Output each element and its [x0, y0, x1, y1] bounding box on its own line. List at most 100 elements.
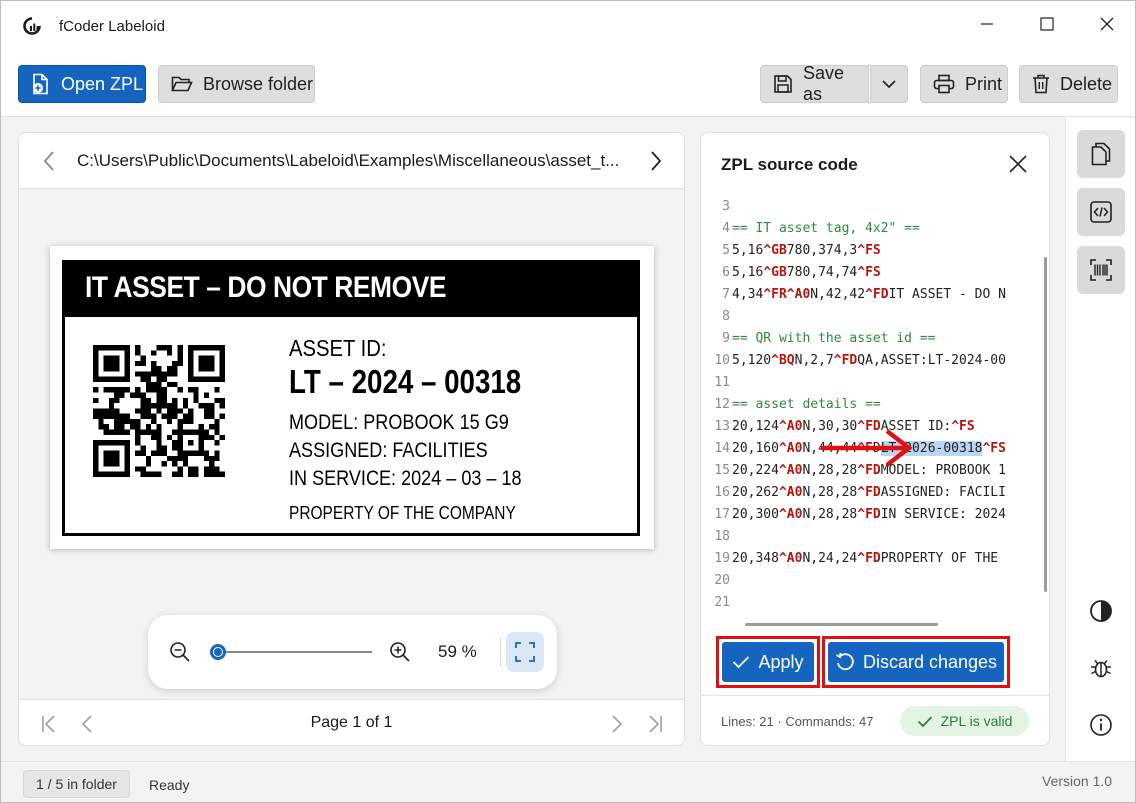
- qr-module: [177, 471, 183, 477]
- qr-module: [151, 471, 157, 477]
- qr-module: [203, 376, 210, 382]
- code-line[interactable]: 20: [701, 573, 1041, 593]
- code-line[interactable]: 3: [701, 199, 1041, 219]
- qr-module: [219, 360, 225, 367]
- line-number: 4: [722, 221, 730, 236]
- line-number: 10: [714, 353, 730, 368]
- code-line[interactable]: 21: [701, 595, 1041, 615]
- qr-module: [98, 413, 104, 419]
- code-line[interactable]: 10 5,120^BQN,2,7^FDQA,ASSET:LT-2024-00: [701, 353, 1041, 373]
- in-service-text: IN SERVICE: 2024 – 03 – 18: [289, 467, 522, 490]
- maximize-button[interactable]: [1027, 9, 1067, 39]
- zoom-slider-thumb[interactable]: [210, 644, 227, 660]
- theme-toggle-button[interactable]: [1088, 598, 1114, 624]
- code-line[interactable]: 8: [701, 309, 1041, 329]
- rail-barcode-button[interactable]: [1077, 246, 1125, 294]
- code-vertical-scrollbar[interactable]: [1044, 257, 1047, 592]
- qr-module: [93, 376, 99, 382]
- qr-module: [166, 366, 173, 372]
- qr-module: [140, 466, 146, 472]
- code-line[interactable]: 16 20,262^A0N,28,28^FDASSIGNED: FACILI: [701, 485, 1041, 505]
- qr-module: [108, 450, 115, 456]
- code-line[interactable]: 6 5,16^GB780,74,74^FS: [701, 265, 1041, 285]
- print-button[interactable]: Print: [920, 65, 1008, 103]
- delete-button[interactable]: Delete: [1019, 65, 1118, 103]
- qr-module: [124, 471, 130, 477]
- qr-module: [140, 408, 146, 414]
- close-window-button[interactable]: [1087, 9, 1127, 39]
- zoom-slider-track[interactable]: [210, 651, 372, 653]
- qr-module: [145, 424, 152, 430]
- apply-button[interactable]: Apply: [722, 642, 814, 682]
- about-button[interactable]: [1088, 712, 1114, 738]
- code-token: N,28,28: [802, 485, 858, 500]
- qr-module: [93, 413, 99, 419]
- code-horizontal-scrollbar[interactable]: [745, 623, 938, 626]
- previous-file-button[interactable]: [35, 147, 63, 175]
- qr-module: [124, 418, 130, 425]
- code-line[interactable]: 5 5,16^GB780,374,3^FS: [701, 243, 1041, 263]
- qr-module: [209, 355, 215, 361]
- discard-changes-button[interactable]: Discard changes: [828, 642, 1004, 682]
- qr-module: [209, 413, 215, 419]
- code-line[interactable]: 19 20,348^A0N,24,24^FDPROPERTY OF THE: [701, 551, 1041, 571]
- last-page-button[interactable]: [643, 712, 667, 736]
- qr-module: [203, 429, 210, 435]
- qr-module: [209, 434, 215, 441]
- qr-module: [193, 466, 199, 472]
- zoom-out-icon[interactable]: [168, 640, 192, 664]
- minimize-button[interactable]: [967, 9, 1007, 39]
- qr-module: [93, 360, 99, 367]
- qr-module: [156, 429, 162, 435]
- qr-module: [124, 450, 130, 456]
- next-page-button[interactable]: [605, 712, 629, 736]
- rail-documents-button[interactable]: [1077, 130, 1125, 178]
- qr-module: [156, 440, 162, 446]
- save-options-dropdown[interactable]: [870, 65, 908, 103]
- qr-module: [145, 403, 152, 409]
- qr-module: [188, 345, 194, 351]
- app-title: fCoder Labeloid: [59, 18, 165, 35]
- qr-module: [93, 366, 99, 372]
- qr-module: [124, 371, 130, 377]
- qr-module: [182, 455, 189, 462]
- barcode-icon: [1090, 259, 1112, 281]
- line-text: 20,348^A0N,24,24^FDPROPERTY OF THE: [732, 551, 998, 566]
- rail-source-code-button[interactable]: [1077, 188, 1125, 236]
- code-line[interactable]: 9 == QR with the asset id ==: [701, 331, 1041, 351]
- qr-module: [209, 360, 215, 367]
- qr-module: [214, 455, 220, 462]
- qr-module: [108, 413, 115, 419]
- zpl-code-editor[interactable]: 3 4 == IT asset tag, 4x2" == 5 5,16^GB780,37…: [701, 199, 1041, 621]
- checkmark-icon: [733, 656, 750, 669]
- qr-module: [119, 424, 125, 430]
- qr-module: [151, 350, 157, 356]
- fit-to-view-button[interactable]: [506, 632, 544, 672]
- debug-button[interactable]: [1088, 655, 1114, 681]
- code-line[interactable]: 18: [701, 529, 1041, 549]
- save-as-button[interactable]: Save as: [760, 63, 869, 104]
- next-file-button[interactable]: [642, 147, 670, 175]
- code-token: ^GB: [763, 243, 787, 258]
- qr-module: [135, 424, 141, 430]
- line-number: 6: [722, 265, 730, 280]
- qr-module: [151, 418, 157, 425]
- chevron-left-icon: [43, 151, 54, 171]
- code-line[interactable]: 4 == IT asset tag, 4x2" ==: [701, 221, 1041, 241]
- code-line[interactable]: 11: [701, 375, 1041, 395]
- qr-module: [98, 408, 104, 414]
- line-number: 3: [722, 199, 730, 214]
- code-line[interactable]: 12 == asset details ==: [701, 397, 1041, 417]
- qr-module: [177, 450, 183, 456]
- browse-folder-button[interactable]: Browse folder: [158, 65, 315, 103]
- close-code-panel-button[interactable]: [1005, 151, 1031, 177]
- qr-module: [203, 450, 210, 456]
- qr-module: [114, 376, 120, 382]
- line-text: 20,300^A0N,28,28^FDIN SERVICE: 2024: [732, 507, 1006, 522]
- open-zpl-button[interactable]: Open ZPL: [18, 65, 146, 103]
- code-line[interactable]: 17 20,300^A0N,28,28^FDIN SERVICE: 2024: [701, 507, 1041, 527]
- zoom-in-icon[interactable]: [388, 640, 412, 664]
- code-token: 780,374,3: [786, 243, 858, 258]
- qr-module: [188, 429, 194, 435]
- code-line[interactable]: 7 4,34^FR^A0N,42,42^FDIT ASSET - DO N: [701, 287, 1041, 307]
